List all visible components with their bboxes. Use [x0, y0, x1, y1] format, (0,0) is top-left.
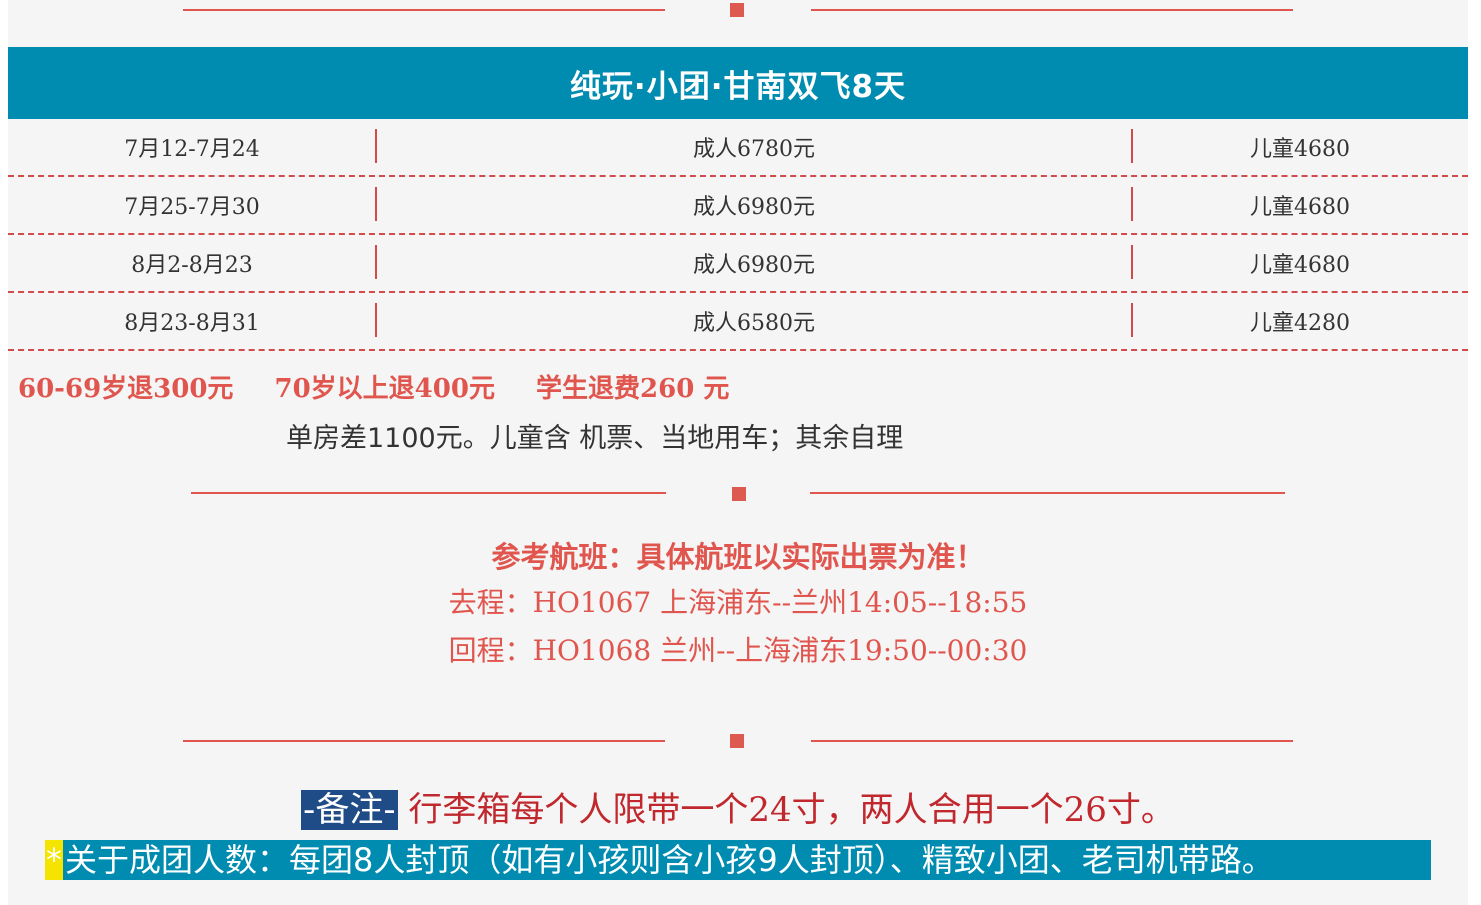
- divider-line-left: [183, 9, 665, 11]
- group-size-note: *关于成团人数：每团8人封顶（如有小孩则含小孩9人封顶）、精致小团、老司机带路。: [45, 840, 1431, 880]
- elder-discount: 70岁以上退400元: [274, 374, 495, 404]
- column-separator: [375, 303, 377, 337]
- column-separator: [1131, 303, 1133, 337]
- adult-price: 成人6780元: [693, 137, 815, 162]
- price-note: 单房差1100元。儿童含 机票、当地用车；其余自理: [286, 423, 904, 454]
- column-separator: [375, 129, 377, 163]
- child-price: 儿童4680: [1250, 137, 1350, 162]
- itinerary-page: 纯玩·小团·甘南双飞8天 7月12-7月24 成人6780元 儿童4680 7月…: [8, 0, 1468, 905]
- date-range: 7月12-7月24: [124, 137, 260, 162]
- remark-tag: -备注-: [301, 790, 398, 830]
- column-separator: [1131, 129, 1133, 163]
- student-discount: 学生退费260 元: [536, 374, 730, 404]
- luggage-remark: -备注- 行李箱每个人限带一个24寸，两人合用一个26寸。: [8, 782, 1468, 831]
- date-range: 7月25-7月30: [124, 195, 260, 220]
- divider-line-right: [811, 740, 1293, 742]
- child-price: 儿童4280: [1250, 311, 1350, 336]
- price-row: 7月25-7月30 成人6980元 儿童4680: [8, 177, 1468, 235]
- flight-title: 参考航班：具体航班以实际出票为准！: [491, 540, 985, 574]
- adult-price: 成人6980元: [693, 195, 815, 220]
- flight-info: 参考航班：具体航班以实际出票为准！ 去程：HO1067 上海浦东--兰州14:0…: [8, 535, 1468, 675]
- child-price: 儿童4680: [1250, 253, 1350, 278]
- date-range: 8月23-8月31: [124, 311, 260, 336]
- divider-line-right: [810, 492, 1285, 494]
- price-row: 8月23-8月31 成人6580元 儿童4280: [8, 293, 1468, 351]
- discount-line: 60-69岁退300元 70岁以上退400元 学生退费260 元: [18, 368, 761, 405]
- column-separator: [375, 245, 377, 279]
- divider-line-left: [183, 740, 665, 742]
- divider-line-right: [811, 9, 1293, 11]
- column-separator: [375, 187, 377, 221]
- adult-price: 成人6980元: [693, 253, 815, 278]
- price-table: 7月12-7月24 成人6780元 儿童4680 7月25-7月30 成人698…: [8, 119, 1468, 351]
- column-separator: [1131, 245, 1133, 279]
- divider-square: [732, 487, 746, 501]
- star-marker-icon: *: [45, 840, 63, 880]
- remark-text: 行李箱每个人限带一个24寸，两人合用一个26寸。: [397, 790, 1175, 830]
- tour-title: 纯玩·小团·甘南双飞8天: [8, 47, 1468, 119]
- adult-price: 成人6580元: [693, 311, 815, 336]
- child-price: 儿童4680: [1250, 195, 1350, 220]
- column-separator: [1131, 187, 1133, 221]
- return-flight: 回程：HO1068 兰州--上海浦东19:50--00:30: [448, 634, 1028, 667]
- divider-line-left: [191, 492, 666, 494]
- date-range: 8月2-8月23: [131, 253, 253, 278]
- senior-discount: 60-69岁退300元: [18, 374, 234, 404]
- price-row: 8月2-8月23 成人6980元 儿童4680: [8, 235, 1468, 293]
- divider-square: [730, 734, 744, 748]
- group-size-text: 关于成团人数：每团8人封顶（如有小孩则含小孩9人封顶）、精致小团、老司机带路。: [65, 841, 1274, 879]
- divider-square: [730, 3, 744, 17]
- price-row: 7月12-7月24 成人6780元 儿童4680: [8, 119, 1468, 177]
- outbound-flight: 去程：HO1067 上海浦东--兰州14:05--18:55: [448, 586, 1028, 619]
